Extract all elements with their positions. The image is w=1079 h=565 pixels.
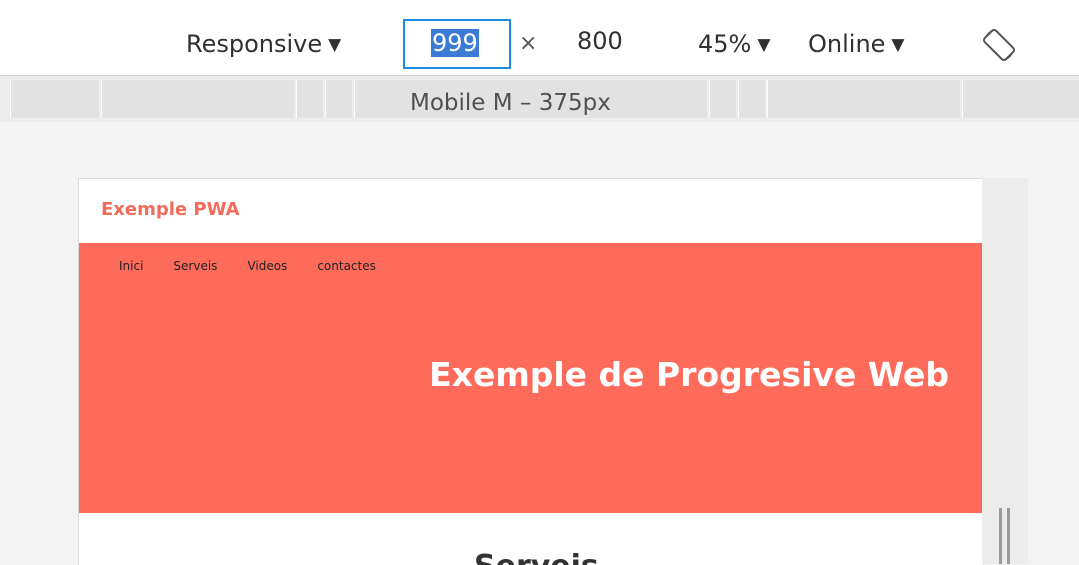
nav-link-inici[interactable]: Inici xyxy=(119,259,143,273)
ruler-segment[interactable] xyxy=(101,80,294,118)
nav-link-contactes[interactable]: contactes xyxy=(317,259,376,273)
ruler-segment[interactable] xyxy=(962,80,1079,118)
dimension-separator: × xyxy=(519,31,538,56)
throttling-dropdown[interactable]: Online ▼ xyxy=(808,30,905,59)
section-title: Serveis xyxy=(474,549,599,565)
zoom-dropdown[interactable]: 45% ▼ xyxy=(698,30,770,59)
device-ruler: Mobile M – 375px xyxy=(0,76,1079,122)
chevron-down-icon: ▼ xyxy=(757,35,771,55)
device-mode-dropdown[interactable]: Responsive ▼ xyxy=(186,30,341,59)
width-input[interactable]: 999 xyxy=(403,19,511,69)
height-input[interactable]: 800 xyxy=(551,19,653,69)
ruler-label: Mobile M – 375px xyxy=(410,90,611,116)
ruler-segment[interactable] xyxy=(767,80,960,118)
chevron-down-icon: ▼ xyxy=(328,35,342,55)
resize-handle-icon[interactable] xyxy=(999,508,1015,564)
ruler-segment[interactable] xyxy=(10,80,99,118)
ruler-segment[interactable] xyxy=(296,80,323,118)
device-toolbar: Responsive ▼ 999 × 800 45% ▼ Online ▼ xyxy=(0,0,1079,76)
nav-link-serveis[interactable]: Serveis xyxy=(173,259,217,273)
site-nav: Inici Serveis Videos contactes xyxy=(119,259,406,273)
width-value: 999 xyxy=(431,29,479,57)
hero-title: Exemple de Progresive Web xyxy=(429,355,949,394)
ruler-segment[interactable] xyxy=(325,80,352,118)
ruler-segment[interactable] xyxy=(709,80,736,118)
device-mode-label: Responsive xyxy=(186,30,323,58)
rotate-icon[interactable] xyxy=(980,26,1018,64)
chevron-down-icon: ▼ xyxy=(891,35,905,55)
site-brand[interactable]: Exemple PWA xyxy=(101,199,240,220)
zoom-label: 45% xyxy=(698,30,752,58)
hero-section: Inici Serveis Videos contactes Exemple d… xyxy=(79,243,983,513)
throttling-label: Online xyxy=(808,30,886,58)
site-header: Exemple PWA xyxy=(79,179,983,243)
ruler-segment[interactable] xyxy=(738,80,765,118)
viewport-side-strip xyxy=(982,178,1028,564)
height-value: 800 xyxy=(577,27,623,55)
emulated-viewport: Exemple PWA Inici Serveis Videos contact… xyxy=(78,178,984,565)
nav-link-videos[interactable]: Videos xyxy=(247,259,287,273)
